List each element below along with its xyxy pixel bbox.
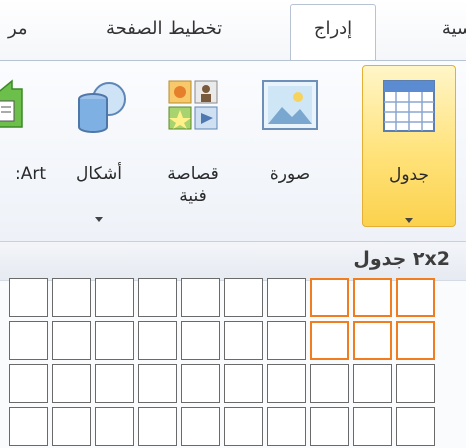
grid-cell[interactable] [224, 364, 263, 403]
grid-cell[interactable] [224, 407, 263, 446]
grid-cell[interactable] [353, 407, 392, 446]
dropdown-header: ٢x2 جدول [0, 242, 466, 281]
tab-insert[interactable]: إدراج [290, 4, 376, 61]
grid-cell[interactable] [9, 278, 48, 317]
smartart-button[interactable]: :Art [0, 65, 48, 225]
grid-cell[interactable] [396, 278, 435, 317]
grid-cell[interactable] [310, 364, 349, 403]
clipart-button[interactable]: قصاصة فنية [150, 65, 236, 225]
smartart-button-label: :Art [14, 164, 46, 184]
table-button-label: جدول [389, 165, 429, 185]
grid-cell[interactable] [95, 364, 134, 403]
grid-cell[interactable] [95, 321, 134, 360]
grid-cell[interactable] [138, 278, 177, 317]
picture-button[interactable]: صورة [250, 65, 330, 225]
grid-cell[interactable] [9, 407, 48, 446]
grid-cell[interactable] [181, 407, 220, 446]
chevron-down-icon [95, 217, 103, 222]
clipart-label-line1: قصاصة [167, 164, 219, 184]
shapes-icon [69, 77, 129, 142]
grid-cell[interactable] [52, 407, 91, 446]
grid-cell[interactable] [224, 278, 263, 317]
dropdown-title: ٢x2 جدول [353, 248, 450, 270]
tab-page-layout[interactable]: تخطيط الصفحة [106, 14, 222, 44]
grid-cell[interactable] [181, 364, 220, 403]
grid-cell[interactable] [138, 321, 177, 360]
grid-cell[interactable] [353, 278, 392, 317]
grid-cell[interactable] [95, 278, 134, 317]
grid-cell[interactable] [310, 321, 349, 360]
clipart-button-label: قصاصة فنية [150, 163, 236, 207]
picture-icon [260, 77, 320, 138]
grid-cell[interactable] [9, 321, 48, 360]
picture-button-label: صورة [269, 164, 311, 184]
grid-cell[interactable] [310, 278, 349, 317]
tab-references[interactable]: مر [8, 14, 28, 44]
grid-cell[interactable] [267, 407, 306, 446]
grid-cell[interactable] [353, 321, 392, 360]
grid-cell[interactable] [9, 364, 48, 403]
grid-cell[interactable] [396, 321, 435, 360]
ribbon-tab-bar: سية إدراج تخطيط الصفحة مر [0, 0, 466, 62]
grid-cell[interactable] [52, 364, 91, 403]
table-icon [381, 78, 437, 139]
grid-cell[interactable] [267, 278, 306, 317]
shapes-button[interactable]: أشكال [58, 65, 140, 225]
grid-cell[interactable] [52, 278, 91, 317]
table-button[interactable]: جدول [362, 65, 456, 227]
grid-cell[interactable] [267, 364, 306, 403]
grid-cell[interactable] [396, 364, 435, 403]
smartart-icon [0, 77, 26, 142]
chevron-down-icon [405, 218, 413, 223]
clipart-label-line2: فنية [179, 186, 207, 206]
insert-table-dropdown: ٢x2 جدول [0, 241, 466, 448]
grid-cell[interactable] [181, 278, 220, 317]
grid-cell[interactable] [52, 321, 91, 360]
insert-ribbon: جدول صورة قصاصة فنية أشكال:Art [0, 61, 466, 241]
grid-cell[interactable] [396, 407, 435, 446]
grid-cell[interactable] [138, 407, 177, 446]
grid-cell[interactable] [353, 364, 392, 403]
grid-cell[interactable] [310, 407, 349, 446]
grid-cell[interactable] [95, 407, 134, 446]
grid-cell[interactable] [181, 321, 220, 360]
shapes-button-label: أشكال [76, 164, 122, 184]
grid-cell[interactable] [224, 321, 263, 360]
grid-cell[interactable] [138, 364, 177, 403]
tab-home[interactable]: سية [442, 14, 466, 44]
grid-cell[interactable] [267, 321, 306, 360]
clipart-icon [165, 77, 221, 138]
